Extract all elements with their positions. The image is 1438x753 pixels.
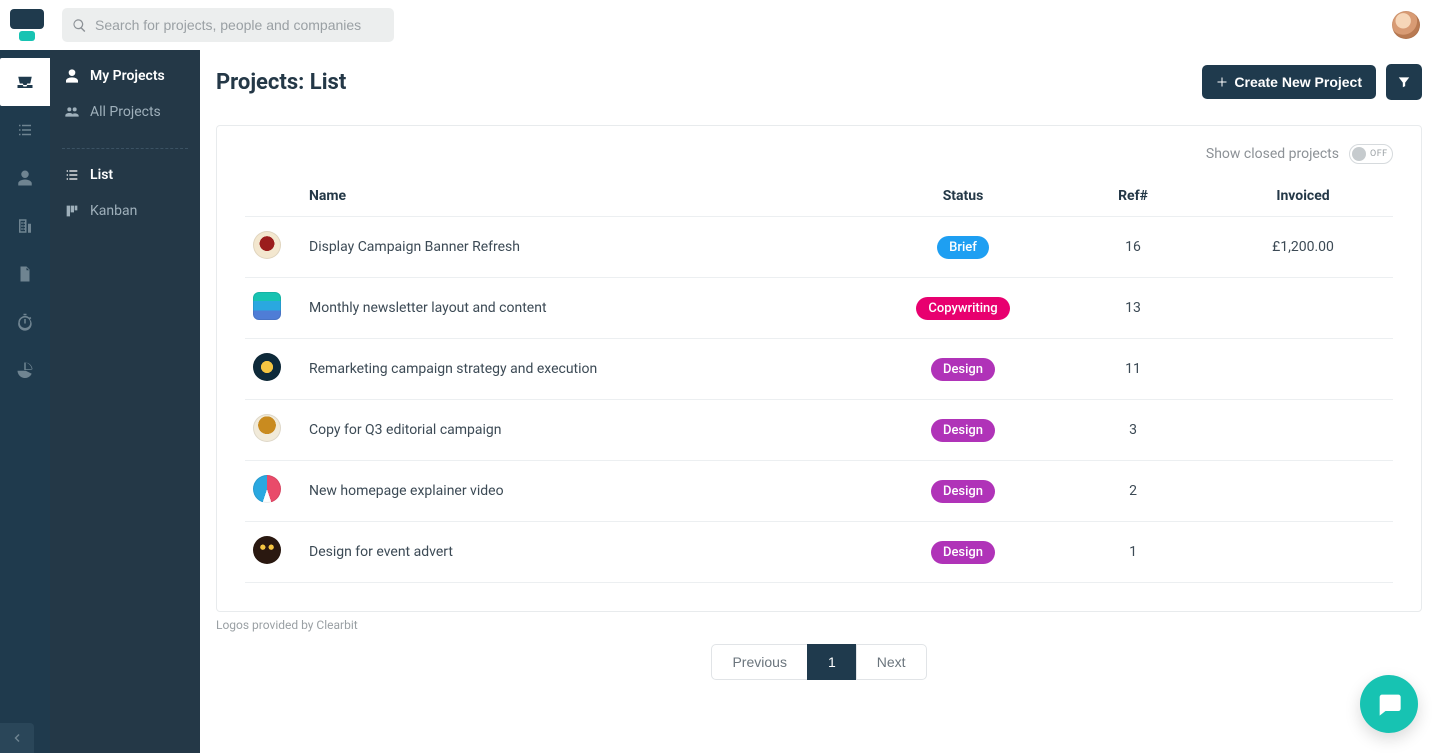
logos-attribution: Logos provided by Clearbit [216, 618, 1422, 632]
pie-chart-icon [16, 361, 34, 379]
pagination-next[interactable]: Next [856, 644, 927, 680]
sidebar-my-projects[interactable]: My Projects [50, 58, 200, 94]
sidebar-item-label: List [90, 167, 113, 183]
project-name[interactable]: Display Campaign Banner Refresh [301, 217, 873, 278]
filter-icon [1397, 75, 1411, 89]
status-badge[interactable]: Brief [937, 236, 989, 259]
table-row[interactable]: Remarketing campaign strategy and execut… [245, 339, 1393, 400]
project-ref: 16 [1053, 217, 1213, 278]
project-ref: 1 [1053, 522, 1213, 583]
show-closed-label: Show closed projects [1206, 146, 1339, 162]
project-name[interactable]: New homepage explainer video [301, 461, 873, 522]
company-logo [253, 231, 281, 259]
file-icon [16, 265, 34, 283]
rail-people[interactable] [0, 154, 50, 202]
inbox-icon [16, 73, 34, 91]
user-avatar[interactable] [1392, 11, 1420, 39]
table-row[interactable]: Monthly newsletter layout and content Cop… [245, 278, 1393, 339]
company-logo [253, 536, 281, 564]
people-icon [64, 104, 80, 120]
project-invoiced [1213, 278, 1393, 339]
search-icon [72, 18, 87, 33]
sidebar-view-list[interactable]: List [50, 157, 200, 193]
project-invoiced [1213, 522, 1393, 583]
stopwatch-icon [16, 313, 34, 331]
projects-table: Name Status Ref# Invoiced Display Campai… [245, 178, 1393, 583]
status-badge[interactable]: Design [931, 358, 995, 381]
global-search[interactable] [62, 8, 394, 42]
project-name[interactable]: Remarketing campaign strategy and execut… [301, 339, 873, 400]
page-title: Projects: List [216, 70, 346, 95]
projects-panel: Show closed projects OFF Name Status Ref… [216, 125, 1422, 612]
status-badge[interactable]: Copywriting [916, 297, 1009, 320]
project-invoiced: £1,200.00 [1213, 217, 1393, 278]
chat-launcher[interactable] [1360, 675, 1418, 733]
project-name[interactable]: Design for event advert [301, 522, 873, 583]
button-label: Create New Project [1234, 74, 1362, 90]
table-row[interactable]: Copy for Q3 editorial campaign Design 3 [245, 400, 1393, 461]
rail-collapse-button[interactable] [0, 723, 34, 753]
project-ref: 11 [1053, 339, 1213, 400]
pagination-page-1[interactable]: 1 [807, 644, 857, 680]
main-content: Projects: List Create New Project Show c… [200, 50, 1438, 753]
sidebar-item-label: All Projects [90, 104, 161, 120]
company-logo [253, 414, 281, 442]
kanban-icon [64, 203, 80, 219]
search-input[interactable] [95, 17, 384, 33]
filter-button[interactable] [1386, 64, 1422, 100]
status-badge[interactable]: Design [931, 480, 995, 503]
company-logo [253, 475, 281, 503]
person-icon [16, 169, 34, 187]
rail-reports[interactable] [0, 346, 50, 394]
rail-time[interactable] [0, 298, 50, 346]
sidebar: My Projects All Projects List Kanban [50, 50, 200, 753]
toggle-knob [1352, 147, 1366, 161]
chevron-left-icon [11, 732, 23, 744]
rail-documents[interactable] [0, 250, 50, 298]
sidebar-all-projects[interactable]: All Projects [50, 94, 200, 130]
col-header-ref[interactable]: Ref# [1053, 178, 1213, 217]
nav-rail [0, 50, 50, 753]
company-logo [253, 292, 281, 320]
pagination-previous[interactable]: Previous [711, 644, 807, 680]
sidebar-divider [62, 148, 188, 149]
pagination: Previous 1 Next [200, 644, 1438, 680]
sidebar-view-kanban[interactable]: Kanban [50, 193, 200, 229]
chat-icon [1375, 690, 1403, 718]
status-badge[interactable]: Design [931, 419, 995, 442]
person-icon [64, 68, 80, 84]
col-header-status[interactable]: Status [873, 178, 1053, 217]
show-closed-toggle[interactable]: OFF [1349, 144, 1393, 164]
table-row[interactable]: New homepage explainer video Design 2 [245, 461, 1393, 522]
list-icon [64, 167, 80, 183]
sidebar-item-label: Kanban [90, 203, 137, 219]
col-header-name[interactable]: Name [301, 178, 873, 217]
sidebar-item-label: My Projects [90, 68, 165, 84]
company-logo [253, 353, 281, 381]
table-row[interactable]: Design for event advert Design 1 [245, 522, 1393, 583]
project-name[interactable]: Monthly newsletter layout and content [301, 278, 873, 339]
page-header: Projects: List Create New Project [200, 50, 1438, 115]
project-invoiced [1213, 339, 1393, 400]
app-logo[interactable] [10, 9, 50, 41]
col-header-invoiced[interactable]: Invoiced [1213, 178, 1393, 217]
list-icon [16, 121, 34, 139]
project-name[interactable]: Copy for Q3 editorial campaign [301, 400, 873, 461]
project-invoiced [1213, 461, 1393, 522]
toggle-state-label: OFF [1370, 149, 1388, 159]
project-invoiced [1213, 400, 1393, 461]
topbar [0, 0, 1438, 50]
rail-tasks[interactable] [0, 106, 50, 154]
plus-icon [1216, 76, 1228, 88]
create-project-button[interactable]: Create New Project [1202, 65, 1376, 99]
rail-projects[interactable] [0, 58, 50, 106]
project-ref: 3 [1053, 400, 1213, 461]
table-row[interactable]: Display Campaign Banner Refresh Brief 16£1… [245, 217, 1393, 278]
building-icon [16, 217, 34, 235]
project-ref: 13 [1053, 278, 1213, 339]
project-ref: 2 [1053, 461, 1213, 522]
rail-companies[interactable] [0, 202, 50, 250]
status-badge[interactable]: Design [931, 541, 995, 564]
